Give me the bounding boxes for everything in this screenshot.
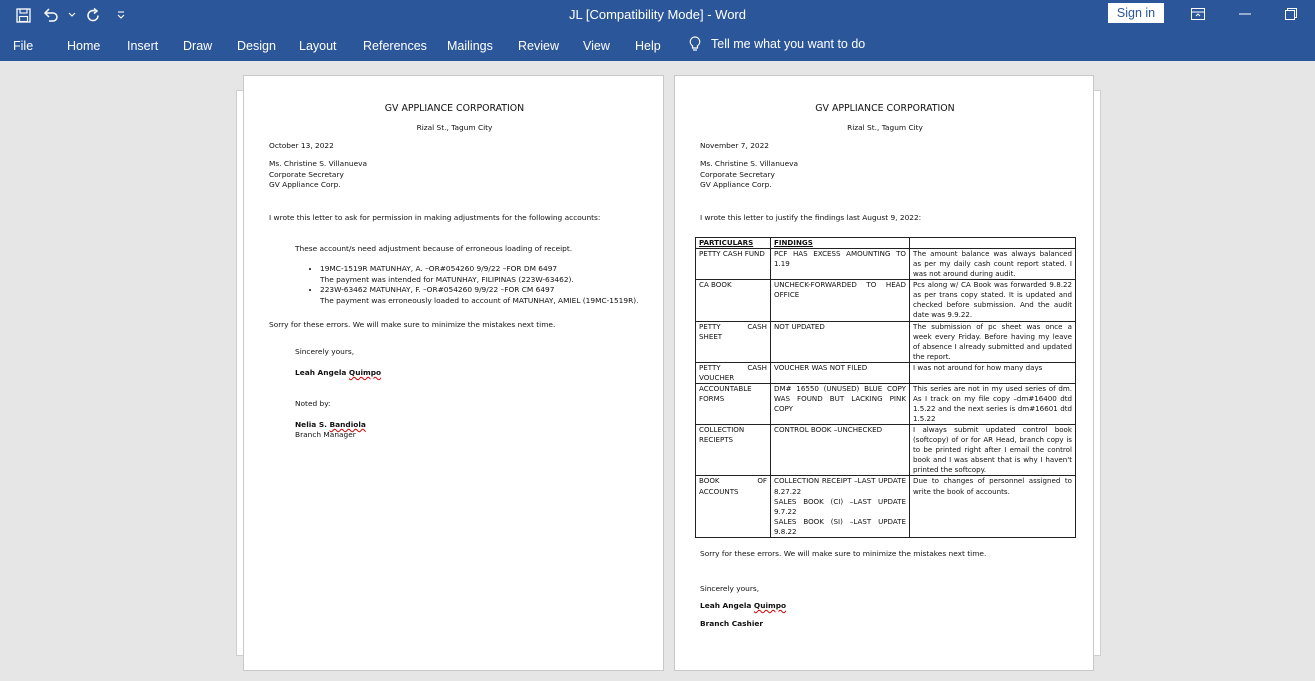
ribbon-tabs: File Home Insert Draw Design Layout Refe… bbox=[0, 30, 1315, 61]
sign-in-button[interactable]: Sign in bbox=[1108, 3, 1164, 23]
lightbulb-icon bbox=[689, 36, 701, 51]
table-cell: The submission of pc sheet was once a we… bbox=[909, 320, 1076, 363]
table-cell: This series are not in my used series of… bbox=[909, 382, 1076, 426]
findings-table: PARTICULARS FINDINGS PETTY CASH FUND PCF… bbox=[695, 236, 1076, 538]
table-row: COLLECTION RECIEPTS CONTROL BOOK –UNCHEC… bbox=[695, 424, 1076, 477]
tab-home[interactable]: Home bbox=[67, 39, 100, 53]
minimize-icon[interactable] bbox=[1222, 0, 1268, 28]
table-cell: The amount balance was always balanced a… bbox=[909, 248, 1076, 281]
table-cell: Pcs along w/ CA Book was forwarded 9.8.2… bbox=[909, 279, 1076, 322]
recipient-name: Ms. Christine S. Villanueva bbox=[700, 159, 799, 168]
table-cell: CA BOOK bbox=[695, 279, 771, 322]
tell-me-search[interactable]: Tell me what you want to do bbox=[689, 36, 865, 52]
table-cell: UNCHECK-FORWARDED TO HEAD OFFICE bbox=[770, 279, 910, 322]
letter-date: November 7, 2022 bbox=[700, 141, 770, 150]
company-address: Rizal St., Tagum City bbox=[847, 123, 923, 132]
recipient-title: Corporate Secretary bbox=[269, 169, 344, 179]
tab-references[interactable]: References bbox=[363, 39, 427, 53]
ribbon-display-options-icon[interactable] bbox=[1175, 0, 1221, 28]
table-cell: VOUCHER WAS NOT FILED bbox=[770, 361, 910, 384]
table-row: PETTY CASH VOUCHER VOUCHER WAS NOT FILED… bbox=[695, 361, 1076, 384]
company-name: GV APPLIANCE CORPORATION bbox=[815, 103, 955, 114]
document-canvas[interactable]: GV APPLIANCE CORPORATION Rizal St., Tagu… bbox=[0, 61, 1315, 681]
recipient-company: GV Appliance Corp. bbox=[700, 180, 772, 190]
table-cell: PETTY CASH SHEET bbox=[695, 320, 771, 363]
signer-name: Leah Angela Quimpo bbox=[295, 368, 382, 377]
noter-title: Branch Manager bbox=[295, 430, 356, 439]
tab-design[interactable]: Design bbox=[237, 39, 276, 53]
table-cell: DM# 16550 (UNUSED) BLUE COPY WAS FOUND B… bbox=[770, 382, 910, 426]
tab-review[interactable]: Review bbox=[518, 39, 559, 53]
tab-insert[interactable]: Insert bbox=[127, 39, 158, 53]
table-cell: NOT UPDATED bbox=[770, 320, 910, 363]
column-header: PARTICULARS bbox=[695, 236, 771, 250]
noted-by-label: Noted by: bbox=[295, 399, 331, 408]
table-cell: COLLECTION RECEIPT –LAST UPDATE 8.27.22 … bbox=[770, 475, 910, 538]
table-cell: PCF HAS EXCESS AMOUNTING TO 1.19 bbox=[770, 248, 910, 281]
salutation: Sincerely yours, bbox=[700, 584, 760, 593]
tab-file[interactable]: File bbox=[13, 39, 33, 53]
page-2[interactable]: GV APPLIANCE CORPORATION Rizal St., Tagu… bbox=[674, 75, 1094, 671]
table-cell: ACCOUNTABLE FORMS bbox=[695, 382, 771, 426]
tab-view[interactable]: View bbox=[583, 39, 610, 53]
closing-paragraph: Sorry for these errors. We will make sur… bbox=[269, 320, 556, 329]
company-name: GV APPLIANCE CORPORATION bbox=[384, 103, 525, 114]
column-header: FINDINGS bbox=[770, 236, 910, 250]
list-item: 19MC-1519R MATUNHAY, A. –OR#054260 9/9/2… bbox=[320, 264, 658, 285]
recipient-company: GV Appliance Corp. bbox=[269, 180, 341, 190]
recipient-block: Ms. Christine S. Villanueva Corporate Se… bbox=[269, 159, 367, 191]
item-note: The payment was erroneously loaded to ac… bbox=[320, 296, 639, 306]
intro-paragraph: I wrote this letter to justify the findi… bbox=[700, 213, 922, 222]
table-cell: PETTY CASH VOUCHER bbox=[695, 361, 771, 384]
table-cell: COLLECTION RECIEPTS bbox=[695, 424, 771, 477]
table-cell: BOOK OF ACCOUNTS bbox=[695, 475, 771, 538]
table-row: CA BOOK UNCHECK-FORWARDED TO HEAD OFFICE… bbox=[695, 279, 1076, 322]
recipient-name: Ms. Christine S. Villanueva bbox=[269, 159, 368, 168]
item-note: The payment was intended for MATUNHAY, F… bbox=[320, 274, 574, 284]
table-header-row: PARTICULARS FINDINGS bbox=[695, 236, 1076, 250]
table-row: ACCOUNTABLE FORMS DM# 16550 (UNUSED) BLU… bbox=[695, 382, 1076, 426]
table-cell: CONTROL BOOK –UNCHECKED bbox=[770, 424, 910, 477]
tab-draw[interactable]: Draw bbox=[183, 39, 212, 53]
table-row: PETTY CASH FUND PCF HAS EXCESS AMOUNTING… bbox=[695, 248, 1076, 281]
title-bar: JL [Compatibility Mode] - Word Sign in bbox=[0, 0, 1315, 30]
tab-layout[interactable]: Layout bbox=[299, 39, 337, 53]
recipient-title: Corporate Secretary bbox=[700, 169, 775, 179]
signer-title: Branch Cashier bbox=[700, 619, 764, 628]
recipient-block: Ms. Christine S. Villanueva Corporate Se… bbox=[700, 159, 798, 191]
intro-paragraph: I wrote this letter to ask for permissio… bbox=[269, 213, 601, 222]
table-cell: Due to changes of personnel assigned to … bbox=[909, 475, 1076, 538]
table-cell: I was not around for how many days bbox=[909, 361, 1076, 384]
column-header bbox=[909, 236, 1076, 250]
table-row: PETTY CASH SHEET NOT UPDATED The submiss… bbox=[695, 320, 1076, 363]
tab-help[interactable]: Help bbox=[635, 39, 661, 53]
adjustment-list: 19MC-1519R MATUNHAY, A. –OR#054260 9/9/2… bbox=[308, 264, 658, 307]
letter-date: October 13, 2022 bbox=[269, 141, 334, 150]
signer-name: Leah Angela Quimpo bbox=[700, 601, 787, 610]
item-line: 223W-63462 MATUNHAY, F. –OR#054260 9/9/2… bbox=[320, 285, 555, 295]
reason-paragraph: These account/s need adjustment because … bbox=[295, 244, 573, 253]
table-cell: I always submit updated control book (so… bbox=[909, 424, 1076, 477]
closing-paragraph: Sorry for these errors. We will make sur… bbox=[700, 549, 987, 558]
restore-icon[interactable] bbox=[1268, 0, 1314, 28]
list-item: 223W-63462 MATUNHAY, F. –OR#054260 9/9/2… bbox=[320, 285, 658, 306]
item-line: 19MC-1519R MATUNHAY, A. –OR#054260 9/9/2… bbox=[320, 264, 558, 273]
tell-me-label: Tell me what you want to do bbox=[711, 37, 866, 51]
table-cell: PETTY CASH FUND bbox=[695, 248, 771, 281]
company-address: Rizal St., Tagum City bbox=[416, 123, 493, 132]
page-1[interactable]: GV APPLIANCE CORPORATION Rizal St., Tagu… bbox=[243, 75, 664, 671]
salutation: Sincerely yours, bbox=[295, 347, 355, 356]
tab-mailings[interactable]: Mailings bbox=[447, 39, 493, 53]
table-row: BOOK OF ACCOUNTS COLLECTION RECEIPT –LAS… bbox=[695, 475, 1076, 538]
